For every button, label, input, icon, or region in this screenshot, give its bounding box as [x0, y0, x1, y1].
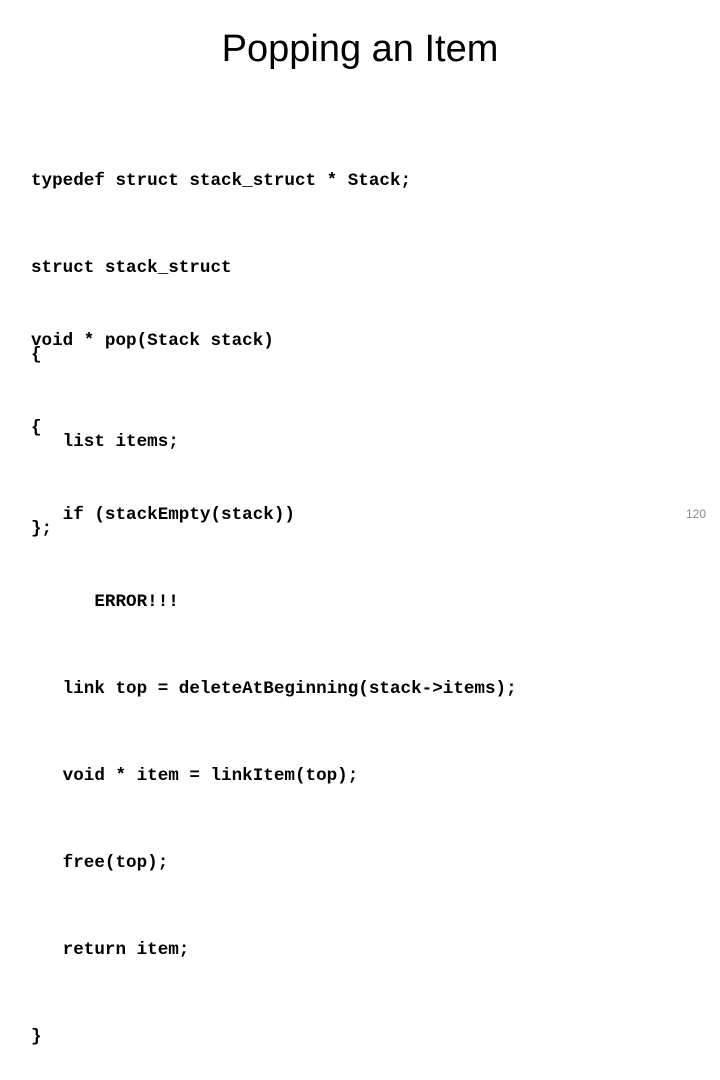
code-line: free(top);	[31, 853, 169, 873]
code-line: ERROR!!!	[31, 592, 179, 612]
code-line: if (stackEmpty(stack))	[31, 505, 295, 525]
code-line: void * pop(Stack stack)	[31, 331, 274, 351]
slide-number: 120	[685, 507, 706, 521]
code-line: {	[31, 418, 42, 438]
code-line: link top = deleteAtBeginning(stack->item…	[31, 679, 517, 699]
code-line: typedef struct stack_struct * Stack;	[31, 171, 412, 191]
slide-title: Popping an Item	[221, 28, 499, 70]
code-line: return item;	[31, 940, 190, 960]
code-block-pop-function: void * pop(Stack stack) { if (stackEmpty…	[31, 269, 517, 1080]
code-line: void * item = linkItem(top);	[31, 766, 359, 786]
code-line: }	[31, 1027, 42, 1047]
